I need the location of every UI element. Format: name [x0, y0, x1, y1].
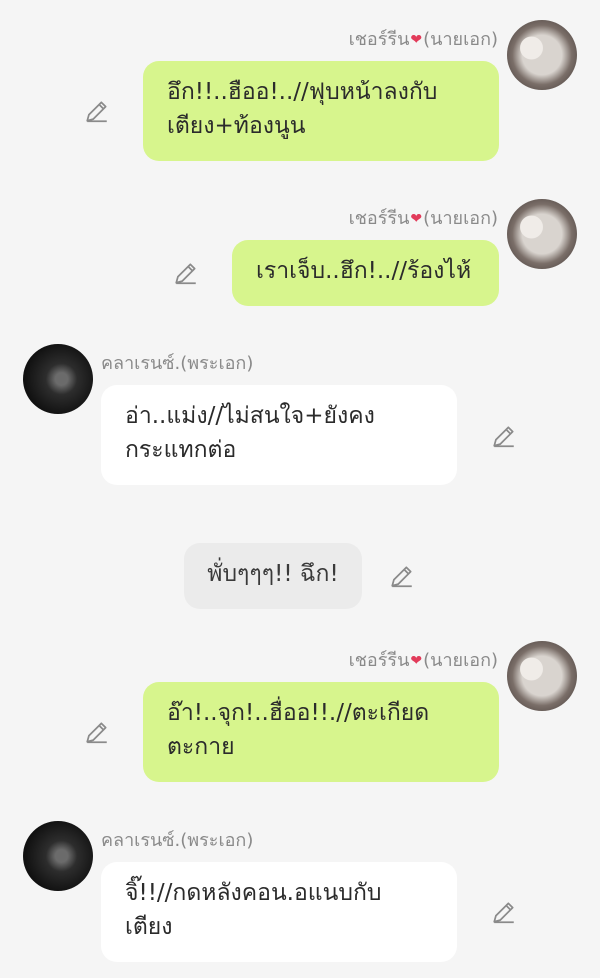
- sender-name: เชอร์รีน❤(นายเอก): [348, 208, 498, 229]
- message-text: อ่า..แม่ง//ไม่สนใจ+ยังคง: [125, 403, 375, 429]
- pencil-icon[interactable]: [491, 899, 517, 925]
- message-text: เตียง+ท้องนูน: [167, 113, 306, 139]
- heart-icon: ❤: [410, 653, 423, 669]
- avatar[interactable]: [23, 821, 93, 891]
- heart-icon: ❤: [410, 211, 423, 227]
- message-text: ตะกาย: [167, 734, 235, 760]
- avatar[interactable]: [507, 641, 577, 711]
- heart-icon: ❤: [410, 32, 423, 48]
- message-bubble[interactable]: จิ๊!!//กดหลังคอน.อแนบกับ เตียง: [101, 862, 457, 962]
- narration-bubble[interactable]: พั่บๆๆๆ!! ฉึก!: [184, 543, 362, 609]
- message-text: อึก!!..ฮืออ!..//ฟุบหน้าลงกับ: [167, 79, 438, 105]
- avatar[interactable]: [507, 20, 577, 90]
- pencil-icon[interactable]: [84, 98, 110, 124]
- sender-name: คลาเรนซ์.(พระเอก): [101, 830, 254, 851]
- message-bubble[interactable]: อ๊า!..จุก!..ฮื่ออ!!.//ตะเกียด ตะกาย: [143, 682, 499, 782]
- narration-text: พั่บๆๆๆ!! ฉึก!: [207, 561, 339, 587]
- message-bubble[interactable]: เราเจ็บ..ฮึก!..//ร้องไห้: [232, 240, 499, 306]
- avatar[interactable]: [23, 344, 93, 414]
- pencil-icon[interactable]: [173, 260, 199, 286]
- message-bubble[interactable]: อ่า..แม่ง//ไม่สนใจ+ยังคง กระแทกต่อ: [101, 385, 457, 485]
- message-text: เตียง: [125, 914, 173, 940]
- message-text: อ๊า!..จุก!..ฮื่ออ!!.//ตะเกียด: [167, 700, 430, 726]
- pencil-icon[interactable]: [491, 423, 517, 449]
- avatar[interactable]: [507, 199, 577, 269]
- sender-name: คลาเรนซ์.(พระเอก): [101, 353, 254, 374]
- pencil-icon[interactable]: [84, 719, 110, 745]
- message-text: จิ๊!!//กดหลังคอน.อแนบกับ: [125, 880, 382, 906]
- message-text: กระแทกต่อ: [125, 437, 237, 463]
- message-text: เราเจ็บ..ฮึก!..//ร้องไห้: [256, 258, 472, 284]
- sender-name: เชอร์รีน❤(นายเอก): [348, 650, 498, 671]
- message-bubble[interactable]: อึก!!..ฮืออ!..//ฟุบหน้าลงกับ เตียง+ท้องน…: [143, 61, 499, 161]
- sender-name: เชอร์รีน❤(นายเอก): [348, 29, 498, 50]
- pencil-icon[interactable]: [389, 563, 415, 589]
